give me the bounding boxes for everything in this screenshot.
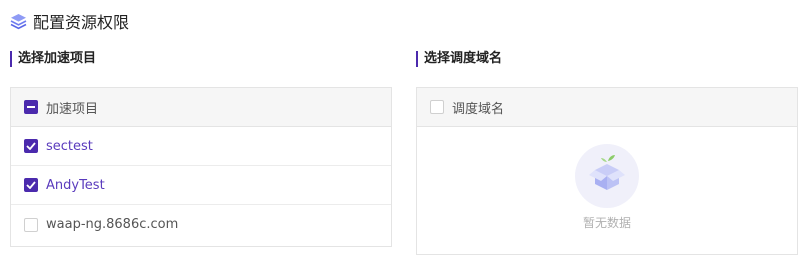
empty-state-text: 暂无数据 (582, 215, 631, 230)
section-label-acceleration-projects: 选择加速项目 (10, 51, 96, 67)
select-all-checkbox[interactable] (24, 100, 38, 114)
panel-header-label: 调度域名 (452, 101, 505, 117)
item-checkbox[interactable] (24, 178, 38, 192)
item-checkbox[interactable] (24, 217, 38, 232)
page-header: 配置资源权限 (10, 10, 129, 32)
list-item-label: AndyTest (46, 177, 105, 193)
item-checkbox[interactable] (24, 139, 38, 153)
panel-header-label: 加速项目 (46, 101, 99, 117)
panel-header-dispatch-domains: 调度域名 (417, 88, 797, 127)
list-item-label: waap-ng.8686c.com (46, 217, 179, 232)
list-item-label: sectest (46, 138, 93, 154)
list-item[interactable]: AndyTest (11, 166, 391, 205)
layers-icon (10, 13, 27, 30)
empty-box-icon (575, 143, 639, 208)
section-label-dispatch-domains: 选择调度域名 (416, 51, 502, 67)
panel-header-acceleration-projects: 加速项目 (11, 88, 391, 127)
list-item[interactable]: waap-ng.8686c.com (11, 205, 391, 244)
acceleration-project-panel: 加速项目 sectest AndyTest waap-ng.8686c.com (10, 87, 392, 247)
dispatch-domain-panel: 调度域名 暂无数据 (416, 87, 798, 255)
page-title: 配置资源权限 (33, 13, 130, 32)
select-all-checkbox[interactable] (430, 100, 444, 114)
empty-state: 暂无数据 (417, 128, 797, 254)
list-item[interactable]: sectest (11, 127, 391, 166)
